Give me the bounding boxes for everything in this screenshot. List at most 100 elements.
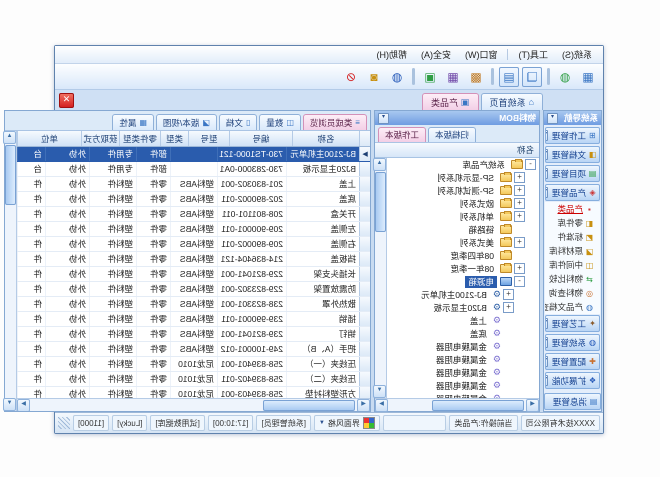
toolbar-button-icon[interactable]: ▩ bbox=[466, 67, 486, 87]
tree-node[interactable]: 链路箱 bbox=[387, 223, 539, 236]
grid-header-parttype[interactable]: 零件类型 bbox=[119, 131, 160, 146]
toolbar-button-icon[interactable] bbox=[491, 68, 494, 85]
scroll-up-icon[interactable]: ▲ bbox=[373, 158, 386, 171]
tree-expander-icon[interactable]: - bbox=[525, 159, 536, 170]
sidebar-entry[interactable]: ⇄ 物料比较 bbox=[545, 272, 600, 286]
tree-expander-icon[interactable]: + bbox=[514, 237, 525, 248]
toolbar-button-icon[interactable]: ◙ bbox=[364, 67, 384, 87]
ui-style-dropdown[interactable]: 界面风格 ▼ bbox=[314, 415, 380, 431]
menu-item[interactable]: 工具(T) bbox=[512, 47, 556, 62]
toolbar-button-icon[interactable]: ❏ bbox=[522, 67, 542, 87]
scroll-up-icon[interactable]: ▲ bbox=[3, 131, 16, 144]
scroll-thumb[interactable] bbox=[375, 172, 386, 232]
tree-node[interactable]: ⚙ 上盖 bbox=[387, 314, 539, 327]
tree-node[interactable]: ⚙ 金属膜电阻器 bbox=[387, 379, 539, 392]
tree-expander-icon[interactable]: + bbox=[514, 198, 525, 209]
sidebar-entry[interactable]: ◫ 中间件库 bbox=[545, 258, 600, 272]
bom-column-header[interactable]: 名称 bbox=[375, 143, 539, 158]
sidebar-entry[interactable]: ◨ 文档管理 ▾ bbox=[545, 146, 600, 163]
chevron-down-icon[interactable]: ▾ bbox=[545, 375, 548, 386]
table-row[interactable]: 销钉 239-821041-001 塑料ABS 零件 塑料件 外协 件 bbox=[17, 327, 370, 342]
tree-expander-icon[interactable]: + bbox=[514, 211, 525, 222]
member-view-tab[interactable]: ≡ 类成员浏览 bbox=[303, 114, 367, 130]
scroll-thumb[interactable] bbox=[5, 145, 16, 205]
scroll-right-icon[interactable]: ▶ bbox=[17, 399, 30, 411]
member-view-tab[interactable]: ◫ 数量 bbox=[259, 114, 301, 130]
sidebar-entry[interactable]: ▪ 产品类 bbox=[545, 202, 600, 216]
member-view-tab[interactable]: ▯ 文档 bbox=[219, 114, 257, 130]
chevron-down-icon[interactable]: ▾ bbox=[545, 130, 548, 141]
table-row[interactable]: 方形塑料衬垫 258-839403-001 尼龙1010 零件 塑料件 外协 件 bbox=[17, 387, 370, 398]
resize-grip[interactable] bbox=[58, 417, 70, 429]
table-row[interactable]: 压线夹（一） 258-839401-001 尼龙1010 零件 塑料件 外协 件 bbox=[17, 357, 370, 372]
sidebar-entry[interactable]: ◎ 物料查询 bbox=[545, 286, 600, 300]
tree-node[interactable]: ⚙ 金属膜电阻器 bbox=[387, 340, 539, 353]
scroll-left-icon[interactable]: ◀ bbox=[526, 399, 539, 412]
member-view-tab[interactable]: ◪ 版本/视图 bbox=[156, 114, 217, 130]
tree-expander-icon[interactable]: + bbox=[514, 185, 525, 196]
table-row[interactable]: 把手（A、B） 249-100001-012 塑料ABS 零件 塑料件 外协 件 bbox=[17, 342, 370, 357]
grid-header-model[interactable]: 型号 bbox=[188, 131, 229, 146]
document-tab[interactable]: ⌂ 系统首页 bbox=[481, 93, 543, 110]
grid-header-code[interactable]: 编号 bbox=[229, 131, 292, 146]
bom-version-tab[interactable]: 工作版本 bbox=[378, 127, 426, 142]
grid-header-unit[interactable]: 单位 bbox=[17, 131, 81, 146]
tree-node[interactable]: - 系统产品库 bbox=[387, 158, 539, 171]
sidebar-entry[interactable]: ◍ 产品文档查询 bbox=[545, 300, 600, 314]
scroll-thumb[interactable] bbox=[432, 400, 524, 411]
tree-expander-icon[interactable]: - bbox=[514, 276, 525, 287]
grid-horizontal-scrollbar[interactable]: ◀ ▶ bbox=[17, 398, 370, 411]
tree-node[interactable]: ⚙ 金属膜电阻器 bbox=[387, 353, 539, 366]
tree-node[interactable]: + SP-显示机系列 bbox=[387, 171, 539, 184]
chevron-down-icon[interactable]: ▾ bbox=[545, 318, 548, 329]
toolbar-button-icon[interactable]: ◍ bbox=[555, 67, 575, 87]
tree-node[interactable]: + SP-测试机系列 bbox=[387, 184, 539, 197]
toolbar-button-icon[interactable]: ▦ bbox=[578, 67, 598, 87]
tree-node[interactable]: ⚙ 底盖 bbox=[387, 327, 539, 340]
grid-header-name[interactable]: 名称 bbox=[292, 131, 359, 146]
toolbar-button-icon[interactable]: ▤ bbox=[499, 67, 519, 87]
chevron-down-icon[interactable]: ▾ bbox=[545, 187, 548, 198]
sidebar-entry[interactable]: ❖ 扩展功能 ▾ bbox=[545, 372, 600, 389]
sidebar-entry[interactable]: ◧ 零件库 bbox=[545, 216, 600, 230]
menu-item[interactable]: 窗口(W) bbox=[458, 47, 505, 62]
table-row[interactable]: 底盖 202-890002-011 塑料ABS 零件 塑料件 外协 件 bbox=[17, 192, 370, 207]
table-row[interactable]: 左侧盖 209-900001-011 塑料ABS 零件 塑料件 外协 件 bbox=[17, 222, 370, 237]
sidebar-entry[interactable]: ◪ 原材料库 bbox=[545, 244, 600, 258]
menu-item[interactable]: 系统(S) bbox=[555, 47, 599, 62]
sidebar-entry[interactable]: ⊞ 工作管理 ▾ bbox=[545, 127, 600, 144]
tree-node[interactable]: - 电源箱 bbox=[387, 275, 539, 288]
sidebar-entry[interactable]: ◍ 系统管理 ▾ bbox=[545, 334, 600, 351]
table-row[interactable]: 右侧盖 209-890002-011 塑料ABS 零件 塑料件 外协 件 bbox=[17, 237, 370, 252]
toolbar-button-icon[interactable]: ◍ bbox=[387, 67, 407, 87]
sidebar-entry[interactable]: ◈ 产品管理 ▾ bbox=[545, 184, 600, 201]
bom-horizontal-scrollbar[interactable]: ◀ ▶ bbox=[375, 398, 539, 411]
tree-node[interactable]: + 单机系列 bbox=[387, 210, 539, 223]
sidebar-entry[interactable]: ✦ 工艺管理 ▾ bbox=[545, 315, 600, 332]
scroll-down-icon[interactable]: ▼ bbox=[3, 398, 16, 411]
document-tab[interactable]: ▣ 产品类 bbox=[422, 93, 479, 110]
bom-vertical-scrollbar[interactable]: ▲ ▼ bbox=[375, 158, 387, 398]
table-row[interactable]: 长插头支架 229-821041-001 塑料ABS 零件 塑料件 外协 件 bbox=[17, 267, 370, 282]
toolbar-button-icon[interactable] bbox=[412, 68, 415, 85]
table-row[interactable]: 上盖 201-830302-001 塑料ABS 零件 塑料件 外协 件 bbox=[17, 177, 370, 192]
menu-item[interactable]: 帮助(H) bbox=[370, 47, 415, 62]
grid-vertical-scrollbar[interactable]: ▲ ▼ bbox=[5, 131, 17, 411]
table-row[interactable]: 挡板盖 214-836404-121 塑料ABS 零件 塑料件 外协 件 bbox=[17, 252, 370, 267]
grid-header-method[interactable]: 获取方式 bbox=[81, 131, 119, 146]
table-row[interactable]: 散热外罩 238-823301-001 塑料ABS 零件 塑料件 外协 件 bbox=[17, 297, 370, 312]
scroll-right-icon[interactable]: ▶ bbox=[375, 399, 388, 412]
grid-header-type[interactable]: 类型 bbox=[160, 131, 188, 146]
scroll-left-icon[interactable]: ◀ bbox=[357, 399, 370, 411]
sidebar-entry[interactable]: ◩ 标准件 bbox=[545, 230, 600, 244]
table-row[interactable]: 压线夹（二） 258-839402-011 尼龙1010 零件 塑料件 外协 件 bbox=[17, 372, 370, 387]
chevron-down-icon[interactable]: ▾ bbox=[547, 113, 558, 124]
toolbar-button-icon[interactable]: ▣ bbox=[420, 67, 440, 87]
tree-node[interactable]: + 08年一季度 bbox=[387, 262, 539, 275]
tree-node[interactable]: + ⚙ BJ20主显示板 bbox=[387, 301, 539, 314]
scroll-thumb[interactable] bbox=[263, 400, 355, 411]
tree-expander-icon[interactable]: + bbox=[514, 263, 525, 274]
tree-node[interactable]: 08年四季度 bbox=[387, 249, 539, 262]
toolbar-button-icon[interactable]: ⊘ bbox=[341, 67, 361, 87]
tree-node[interactable]: ⚙ 金属膜电阻器 bbox=[387, 366, 539, 379]
